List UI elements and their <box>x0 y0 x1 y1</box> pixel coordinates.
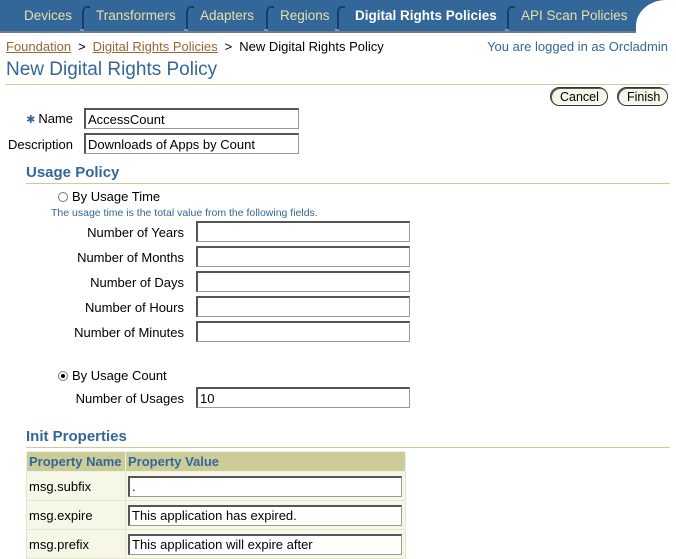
cancel-button[interactable]: Cancel <box>550 87 608 106</box>
years-label: Number of Years <box>87 225 184 240</box>
table-row: msg.expire <box>26 500 406 530</box>
table-header-row: Property Name Property Value <box>26 451 406 472</box>
tab-separator <box>184 6 194 31</box>
property-value-input[interactable] <box>128 475 402 497</box>
usage-time-hint: The usage time is the total value from t… <box>51 207 318 219</box>
table-row: msg.subfix <box>26 471 406 501</box>
usage-policy-divider <box>26 183 670 184</box>
table-row: msg.prefix <box>26 529 406 559</box>
init-properties-table: Property Name Property Value msg.subfix … <box>26 451 406 559</box>
years-input[interactable] <box>196 221 410 242</box>
usage-policy-heading: Usage Policy <box>26 164 120 181</box>
column-header-property-value[interactable]: Property Value <box>125 451 406 472</box>
finish-button[interactable]: Finish <box>617 87 668 106</box>
breadcrumb-separator: > <box>78 39 86 54</box>
column-header-property-name[interactable]: Property Name <box>26 451 126 472</box>
property-name-cell: msg.prefix <box>26 529 126 559</box>
tab-transformers[interactable]: Transformers <box>96 0 176 31</box>
property-value-cell <box>125 471 406 501</box>
tab-separator <box>80 6 90 31</box>
tab-separator <box>335 6 345 31</box>
by-usage-count-radio[interactable] <box>58 371 68 381</box>
page-title: New Digital Rights Policy <box>6 59 218 80</box>
tab-digital-rights-policies[interactable]: Digital Rights Policies <box>355 0 497 31</box>
property-value-cell <box>125 500 406 530</box>
usages-input[interactable] <box>196 387 410 408</box>
hours-label: Number of Hours <box>85 300 184 315</box>
by-usage-time-radio[interactable] <box>58 192 68 202</box>
days-label: Number of Days <box>90 275 184 290</box>
property-value-input[interactable] <box>128 533 402 555</box>
property-name-cell: msg.expire <box>26 500 126 530</box>
property-name-cell: msg.subfix <box>26 471 126 501</box>
breadcrumb-current: New Digital Rights Policy <box>239 39 384 54</box>
property-value-cell <box>125 529 406 559</box>
tab-devices[interactable]: Devices <box>24 0 72 31</box>
breadcrumb-separator: > <box>224 39 233 54</box>
property-value-input[interactable] <box>128 504 402 526</box>
init-properties-divider <box>26 447 670 448</box>
name-label-text: Name <box>38 111 73 126</box>
hours-input[interactable] <box>196 296 410 317</box>
tab-adapters[interactable]: Adapters <box>200 0 254 31</box>
name-input[interactable] <box>84 108 299 129</box>
login-info: You are logged in as Orcladmin <box>487 39 668 54</box>
months-input[interactable] <box>196 246 410 267</box>
name-label: ✱ Name <box>24 111 73 126</box>
breadcrumb-foundation[interactable]: Foundation <box>6 39 71 54</box>
title-divider <box>6 84 670 85</box>
by-usage-time-label[interactable]: By Usage Time <box>72 189 160 204</box>
tab-bar: Devices Transformers Adapters Regions Di… <box>0 0 676 33</box>
minutes-label: Number of Minutes <box>74 325 184 340</box>
breadcrumb-digital-rights-policies[interactable]: Digital Rights Policies <box>93 39 218 54</box>
usages-label: Number of Usages <box>75 391 184 406</box>
months-label: Number of Months <box>77 250 184 265</box>
breadcrumb: Foundation > Digital Rights Policies > New D… <box>6 39 384 54</box>
required-icon: ✱ <box>26 114 36 126</box>
tab-separator <box>505 6 515 31</box>
minutes-input[interactable] <box>196 321 410 342</box>
tab-regions[interactable]: Regions <box>280 0 330 31</box>
tab-api-scan-policies[interactable]: API Scan Policies <box>521 0 628 31</box>
description-label: Description <box>7 137 73 152</box>
init-properties-heading: Init Properties <box>26 428 127 445</box>
tab-separator <box>264 6 274 31</box>
by-usage-count-label[interactable]: By Usage Count <box>72 368 167 383</box>
description-input[interactable] <box>84 133 299 154</box>
days-input[interactable] <box>196 271 410 292</box>
